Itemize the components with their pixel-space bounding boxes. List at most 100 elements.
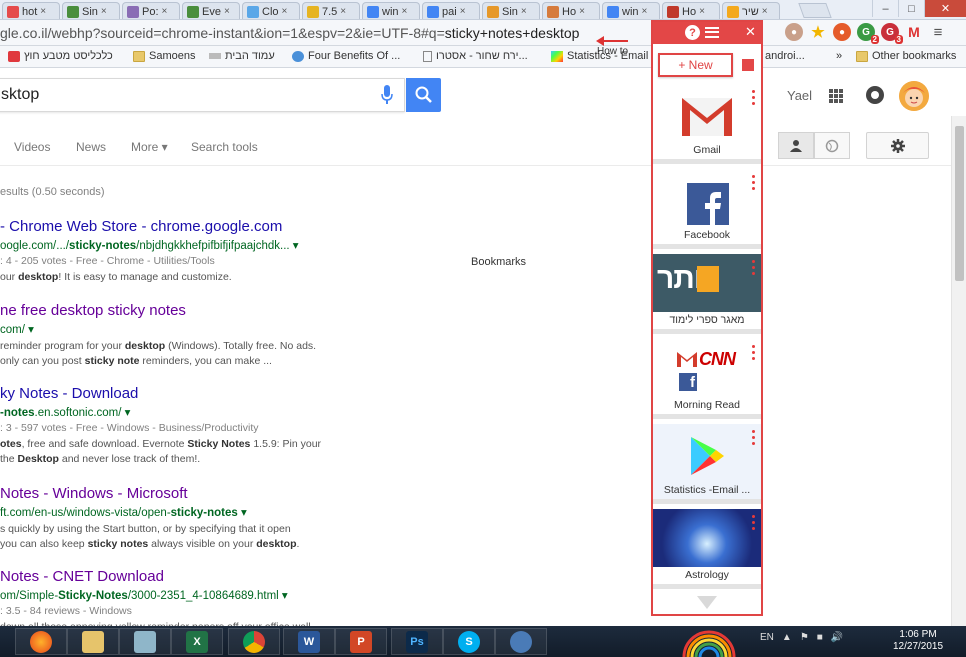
chrome-menu-icon[interactable]: ≡ xyxy=(929,23,947,41)
search-tools-button[interactable]: Search tools xyxy=(191,140,258,154)
tab-close-icon[interactable]: × xyxy=(162,6,168,17)
browser-tab[interactable]: Sin × xyxy=(482,2,540,19)
panel-item-kotar[interactable]: כותר מאגר ספרי לימוד xyxy=(653,254,761,334)
new-note-button[interactable]: + New xyxy=(658,53,733,77)
other-bookmarks-folder[interactable]: Other bookmarks xyxy=(856,50,956,62)
bookmark-folder[interactable]: Samoens xyxy=(133,50,195,62)
avatar[interactable] xyxy=(899,81,929,111)
panel-item-morning-read[interactable]: CNN f Morning Read xyxy=(653,339,761,419)
url-field[interactable]: gle.co.il/webhp?sourceid=chrome-instant&… xyxy=(0,23,645,43)
apps-grid-icon[interactable] xyxy=(829,89,843,103)
bookmark-item[interactable]: עמוד הבית xyxy=(209,50,275,62)
browser-tab[interactable]: Sin × xyxy=(62,2,120,19)
panel-item-statistics[interactable]: Statistics -Email ... xyxy=(653,424,761,504)
search-button[interactable] xyxy=(406,78,441,112)
panel-item-astrology[interactable]: Astrology xyxy=(653,509,761,589)
personal-results-button[interactable] xyxy=(778,132,814,159)
bookmark-item[interactable]: ירח שחור - אסטרו... xyxy=(423,50,528,62)
color-swatch[interactable] xyxy=(742,59,754,71)
result-url[interactable]: om/Simple-Sticky-Notes/3000-2351_4-10864… xyxy=(0,588,645,602)
bookmark-star-icon[interactable]: ★ xyxy=(809,23,827,41)
result-url[interactable]: oogle.com/.../sticky-notes/nbjdhgkkhefpi… xyxy=(0,238,645,252)
maximize-button[interactable]: □ xyxy=(898,0,924,17)
menu-icon[interactable] xyxy=(705,27,719,38)
global-results-button[interactable] xyxy=(814,132,850,159)
clock[interactable]: 1:06 PM 12/27/2015 xyxy=(893,629,943,653)
close-icon[interactable]: ✕ xyxy=(745,24,756,40)
user-name[interactable]: Yael xyxy=(787,88,812,103)
language-indicator[interactable]: EN xyxy=(760,632,774,643)
taskbar-skype[interactable]: S xyxy=(443,628,495,655)
tab-close-icon[interactable]: × xyxy=(224,6,230,17)
browser-tab[interactable]: Ho × xyxy=(542,2,600,19)
search-input[interactable]: sktop xyxy=(0,78,405,112)
extension-icon[interactable]: ● xyxy=(785,23,803,41)
result-url[interactable]: ft.com/en-us/windows-vista/open-sticky-n… xyxy=(0,505,645,519)
bookmark-item[interactable]: androi... xyxy=(765,50,805,62)
bookmarks-overflow-button[interactable]: » xyxy=(836,50,842,62)
browser-tab[interactable]: hot × xyxy=(2,2,60,19)
close-window-button[interactable]: ✕ xyxy=(924,0,966,17)
result-title-link[interactable]: - Chrome Web Store - chrome.google.com xyxy=(0,218,645,235)
scroll-down-button[interactable] xyxy=(653,591,761,614)
result-title-link[interactable]: ne free desktop sticky notes xyxy=(0,302,645,319)
tab-close-icon[interactable]: × xyxy=(642,6,648,17)
browser-tab[interactable]: Ho × xyxy=(662,2,720,19)
tab-videos[interactable]: Videos xyxy=(14,140,50,154)
item-menu-icon[interactable] xyxy=(752,515,756,533)
tab-close-icon[interactable]: × xyxy=(40,6,46,17)
taskbar-chrome[interactable] xyxy=(228,628,280,655)
taskbar-network[interactable] xyxy=(495,628,547,655)
result-title-link[interactable]: ky Notes - Download xyxy=(0,385,645,402)
tab-close-icon[interactable]: × xyxy=(340,6,346,17)
flag-icon[interactable]: ⚑ xyxy=(800,632,809,643)
taskbar-photoshop[interactable]: Ps xyxy=(391,628,443,655)
item-menu-icon[interactable] xyxy=(752,345,756,363)
browser-tab[interactable]: win × xyxy=(362,2,420,19)
taskbar-notepad[interactable] xyxy=(119,628,171,655)
item-menu-icon[interactable] xyxy=(752,430,756,448)
taskbar-excel[interactable]: X xyxy=(171,628,223,655)
gmail-checker-icon[interactable]: G3 xyxy=(881,23,903,44)
tab-close-icon[interactable]: × xyxy=(402,6,408,17)
help-icon[interactable]: ? xyxy=(685,25,700,40)
result-title-link[interactable]: Notes - CNET Download xyxy=(0,568,645,585)
tab-close-icon[interactable]: × xyxy=(699,6,705,17)
taskbar-powerpoint[interactable]: P xyxy=(335,628,387,655)
notifications-icon[interactable] xyxy=(866,86,884,104)
volume-icon[interactable]: 🔊 xyxy=(831,632,843,643)
tab-close-icon[interactable]: × xyxy=(521,6,527,17)
item-menu-icon[interactable] xyxy=(752,90,756,108)
microphone-icon[interactable] xyxy=(380,84,394,106)
result-url[interactable]: com/ ▾ xyxy=(0,322,645,336)
tab-close-icon[interactable]: × xyxy=(282,6,288,17)
fox-extension-icon[interactable]: ● xyxy=(833,23,851,41)
item-menu-icon[interactable] xyxy=(752,175,756,193)
browser-tab[interactable]: win × xyxy=(602,2,660,19)
bookmark-item[interactable]: כלכליסט מטבע חוץ xyxy=(8,50,113,62)
gmail-icon[interactable]: M xyxy=(905,23,923,41)
browser-tab[interactable]: 7.5 × xyxy=(302,2,360,19)
browser-tab[interactable]: pai × xyxy=(422,2,480,19)
tab-more[interactable]: More ▾ xyxy=(131,140,168,154)
panel-item-facebook[interactable]: Facebook xyxy=(653,169,761,249)
new-tab-button[interactable] xyxy=(798,3,832,18)
browser-tab[interactable]: Clo × xyxy=(242,2,300,19)
bookmark-item[interactable]: Four Benefits Of ... xyxy=(292,50,400,62)
evernote-icon[interactable]: G2 xyxy=(857,23,879,44)
taskbar-word[interactable]: W xyxy=(283,628,335,655)
tab-close-icon[interactable]: × xyxy=(579,6,585,17)
taskbar-explorer[interactable] xyxy=(67,628,119,655)
tab-close-icon[interactable]: × xyxy=(460,6,466,17)
browser-tab[interactable]: Po: × xyxy=(122,2,180,19)
tray-expand-icon[interactable]: ▲ xyxy=(782,632,792,643)
minimize-button[interactable]: – xyxy=(872,0,898,17)
tab-close-icon[interactable]: × xyxy=(101,6,107,17)
settings-button[interactable] xyxy=(866,132,929,159)
result-url[interactable]: -notes.en.softonic.com/ ▾ xyxy=(0,405,645,419)
panel-item-gmail[interactable]: Gmail xyxy=(653,84,761,164)
tab-close-icon[interactable]: × xyxy=(762,6,768,17)
result-title-link[interactable]: Notes - Windows - Microsoft xyxy=(0,485,645,502)
page-scrollbar[interactable] xyxy=(951,116,966,630)
scroll-thumb[interactable] xyxy=(955,126,964,281)
